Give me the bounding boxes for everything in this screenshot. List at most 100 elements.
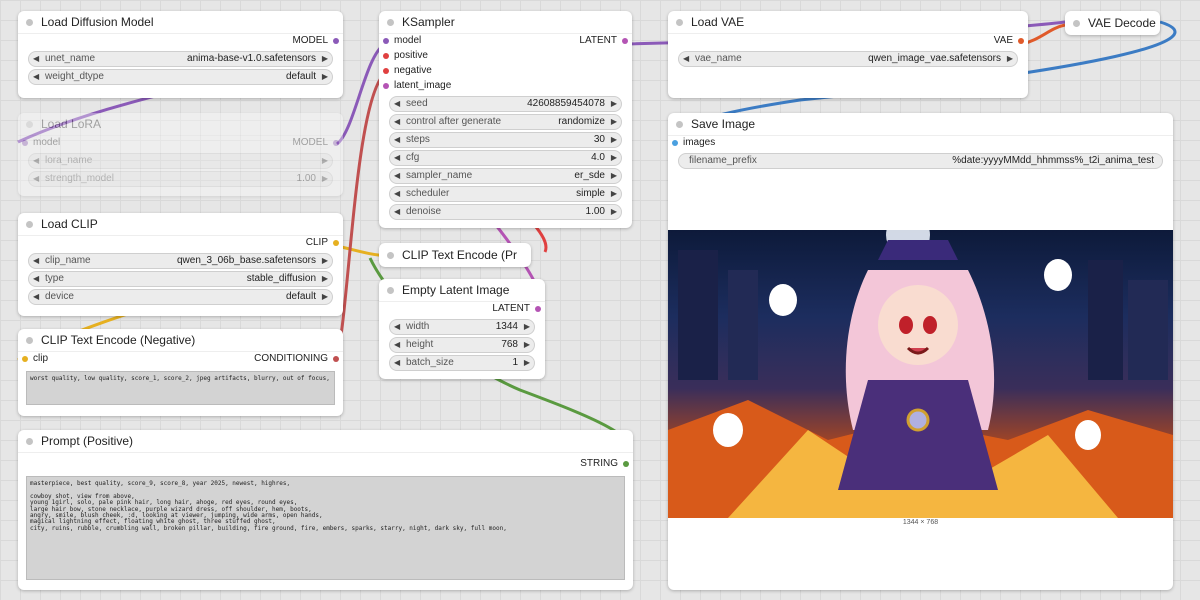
left-arrow-icon[interactable]: ◀ bbox=[394, 356, 400, 370]
widget-device[interactable]: ◀ device default ▶ bbox=[28, 289, 333, 305]
left-arrow-icon[interactable]: ◀ bbox=[33, 70, 39, 84]
widget-scheduler[interactable]: ◀ scheduler simple ▶ bbox=[389, 186, 622, 202]
right-arrow-icon[interactable]: ▶ bbox=[322, 254, 328, 268]
node-title: Empty Latent Image bbox=[402, 283, 510, 297]
node-save-image[interactable]: Save Image images filename_prefix %date:y… bbox=[668, 113, 1173, 590]
input-port-clip[interactable] bbox=[22, 355, 28, 362]
output-port-vae[interactable] bbox=[1018, 37, 1024, 44]
right-arrow-icon[interactable]: ▶ bbox=[524, 338, 530, 352]
input-label: clip bbox=[33, 353, 49, 364]
collapse-dot[interactable] bbox=[26, 220, 33, 228]
output-port-string[interactable] bbox=[623, 460, 629, 467]
widget-width[interactable]: ◀ width 1344 ▶ bbox=[389, 319, 535, 335]
widget-sampler-name[interactable]: ◀ sampler_name er_sde ▶ bbox=[389, 168, 622, 184]
input-port-positive[interactable] bbox=[383, 52, 389, 59]
output-port-clip[interactable] bbox=[333, 239, 339, 246]
right-arrow-icon[interactable]: ▶ bbox=[1007, 52, 1013, 66]
right-arrow-icon[interactable]: ▶ bbox=[322, 52, 328, 66]
widget-type[interactable]: ◀ type stable_diffusion ▶ bbox=[28, 271, 333, 287]
widget-cfg[interactable]: ◀ cfg 4.0 ▶ bbox=[389, 150, 622, 166]
left-arrow-icon[interactable]: ◀ bbox=[33, 290, 39, 304]
right-arrow-icon[interactable]: ▶ bbox=[322, 154, 328, 168]
right-arrow-icon[interactable]: ▶ bbox=[611, 151, 617, 165]
widget-steps[interactable]: ◀ steps 30 ▶ bbox=[389, 132, 622, 148]
input-port-model[interactable] bbox=[22, 139, 28, 146]
input-port-model[interactable] bbox=[383, 37, 389, 44]
output-port-latent[interactable] bbox=[535, 305, 541, 312]
collapse-dot[interactable] bbox=[387, 286, 394, 294]
right-arrow-icon[interactable]: ▶ bbox=[611, 187, 617, 201]
widget-seed[interactable]: ◀ seed 426088594540​78 ▶ bbox=[389, 96, 622, 112]
node-prompt-positive[interactable]: Prompt (Positive) STRING masterpiece, be… bbox=[18, 430, 633, 590]
left-arrow-icon[interactable]: ◀ bbox=[33, 172, 39, 186]
left-arrow-icon[interactable]: ◀ bbox=[33, 154, 39, 168]
node-load-lora[interactable]: Load LoRA model MODEL ◀ lora_name ▶ ◀ streng… bbox=[18, 113, 343, 196]
collapse-dot[interactable] bbox=[26, 336, 33, 344]
collapse-dot[interactable] bbox=[26, 120, 33, 128]
input-port-negative[interactable] bbox=[383, 67, 389, 74]
collapse-dot[interactable] bbox=[387, 251, 394, 259]
left-arrow-icon[interactable]: ◀ bbox=[394, 205, 400, 219]
left-arrow-icon[interactable]: ◀ bbox=[394, 338, 400, 352]
left-arrow-icon[interactable]: ◀ bbox=[394, 320, 400, 334]
left-arrow-icon[interactable]: ◀ bbox=[394, 115, 400, 129]
widget-lora-name[interactable]: ◀ lora_name ▶ bbox=[28, 153, 333, 169]
right-arrow-icon[interactable]: ▶ bbox=[611, 97, 617, 111]
widget-filename-prefix[interactable]: filename_prefix %date:yyyyMMdd_hhmmss%_t2… bbox=[678, 153, 1163, 169]
node-load-diffusion-model[interactable]: Load Diffusion Model MODEL ◀ unet_name ani… bbox=[18, 11, 343, 98]
node-clip-text-encode-negative[interactable]: CLIP Text Encode (Negative) clip CONDITIO… bbox=[18, 329, 343, 416]
right-arrow-icon[interactable]: ▶ bbox=[322, 70, 328, 84]
right-arrow-icon[interactable]: ▶ bbox=[524, 320, 530, 334]
positive-prompt-textarea[interactable]: masterpiece, best quality, score_9, scor… bbox=[26, 476, 625, 580]
widget-batch-size[interactable]: ◀ batch_size 1 ▶ bbox=[389, 355, 535, 371]
left-arrow-icon[interactable]: ◀ bbox=[394, 187, 400, 201]
output-port-model[interactable] bbox=[333, 37, 339, 44]
collapse-dot[interactable] bbox=[676, 18, 683, 26]
right-arrow-icon[interactable]: ▶ bbox=[611, 133, 617, 147]
collapse-dot[interactable] bbox=[26, 437, 33, 445]
node-load-vae[interactable]: Load VAE VAE ◀ vae_name qwen_image_vae.saf… bbox=[668, 11, 1028, 98]
input-port-images[interactable] bbox=[672, 139, 678, 146]
node-empty-latent-image[interactable]: Empty Latent Image LATENT ◀ width 1344 ▶ ◀ h… bbox=[379, 279, 545, 379]
widget-height[interactable]: ◀ height 768 ▶ bbox=[389, 337, 535, 353]
input-port-latent-image[interactable] bbox=[383, 82, 389, 89]
widget-weight-dtype[interactable]: ◀ weight_dtype default ▶ bbox=[28, 69, 333, 85]
right-arrow-icon[interactable]: ▶ bbox=[322, 290, 328, 304]
left-arrow-icon[interactable]: ◀ bbox=[394, 133, 400, 147]
widget-strength-model[interactable]: ◀ strength_model 1.00 ▶ bbox=[28, 171, 333, 187]
right-arrow-icon[interactable]: ▶ bbox=[322, 272, 328, 286]
widget-clip-name[interactable]: ◀ clip_name qwen_3_06b_base.safetensors ▶ bbox=[28, 253, 333, 269]
left-arrow-icon[interactable]: ◀ bbox=[394, 151, 400, 165]
right-arrow-icon[interactable]: ▶ bbox=[611, 205, 617, 219]
right-arrow-icon[interactable]: ▶ bbox=[524, 356, 530, 370]
node-clip-text-encode-positive[interactable]: CLIP Text Encode (Pr bbox=[379, 243, 531, 267]
left-arrow-icon[interactable]: ◀ bbox=[394, 169, 400, 183]
widget-unet-name[interactable]: ◀ unet_name anima-base-v1.0.safetensors ▶ bbox=[28, 51, 333, 67]
collapse-dot[interactable] bbox=[26, 18, 33, 26]
node-ksampler[interactable]: KSampler model LATENT positive negative l… bbox=[379, 11, 632, 228]
left-arrow-icon[interactable]: ◀ bbox=[33, 254, 39, 268]
output-port-conditioning[interactable] bbox=[333, 355, 339, 362]
output-port-latent[interactable] bbox=[622, 37, 628, 44]
right-arrow-icon[interactable]: ▶ bbox=[611, 169, 617, 183]
negative-prompt-textarea[interactable]: worst quality, low quality, score_1, sco… bbox=[26, 371, 335, 405]
left-arrow-icon[interactable]: ◀ bbox=[33, 272, 39, 286]
image-size-caption: 1344 × 768 bbox=[902, 519, 939, 526]
left-arrow-icon[interactable]: ◀ bbox=[33, 52, 39, 66]
left-arrow-icon[interactable]: ◀ bbox=[394, 97, 400, 111]
widget-vae-name[interactable]: ◀ vae_name qwen_image_vae.safetensors ▶ bbox=[678, 51, 1018, 67]
right-arrow-icon[interactable]: ▶ bbox=[611, 115, 617, 129]
widget-control-after-generate[interactable]: ◀ control after generate randomize ▶ bbox=[389, 114, 622, 130]
collapse-dot[interactable] bbox=[676, 120, 683, 128]
collapse-dot[interactable] bbox=[1073, 19, 1080, 27]
widget-label: batch_size bbox=[406, 357, 454, 368]
widget-denoise[interactable]: ◀ denoise 1.00 ▶ bbox=[389, 204, 622, 220]
node-load-clip[interactable]: Load CLIP CLIP ◀ clip_name qwen_3_06b_base… bbox=[18, 213, 343, 316]
widget-label: weight_dtype bbox=[45, 71, 104, 82]
right-arrow-icon[interactable]: ▶ bbox=[322, 172, 328, 186]
generated-image-preview[interactable] bbox=[668, 230, 1173, 518]
collapse-dot[interactable] bbox=[387, 18, 394, 26]
left-arrow-icon[interactable]: ◀ bbox=[683, 52, 689, 66]
output-port-model[interactable] bbox=[333, 139, 339, 146]
node-vae-decode[interactable]: VAE Decode bbox=[1065, 11, 1160, 35]
